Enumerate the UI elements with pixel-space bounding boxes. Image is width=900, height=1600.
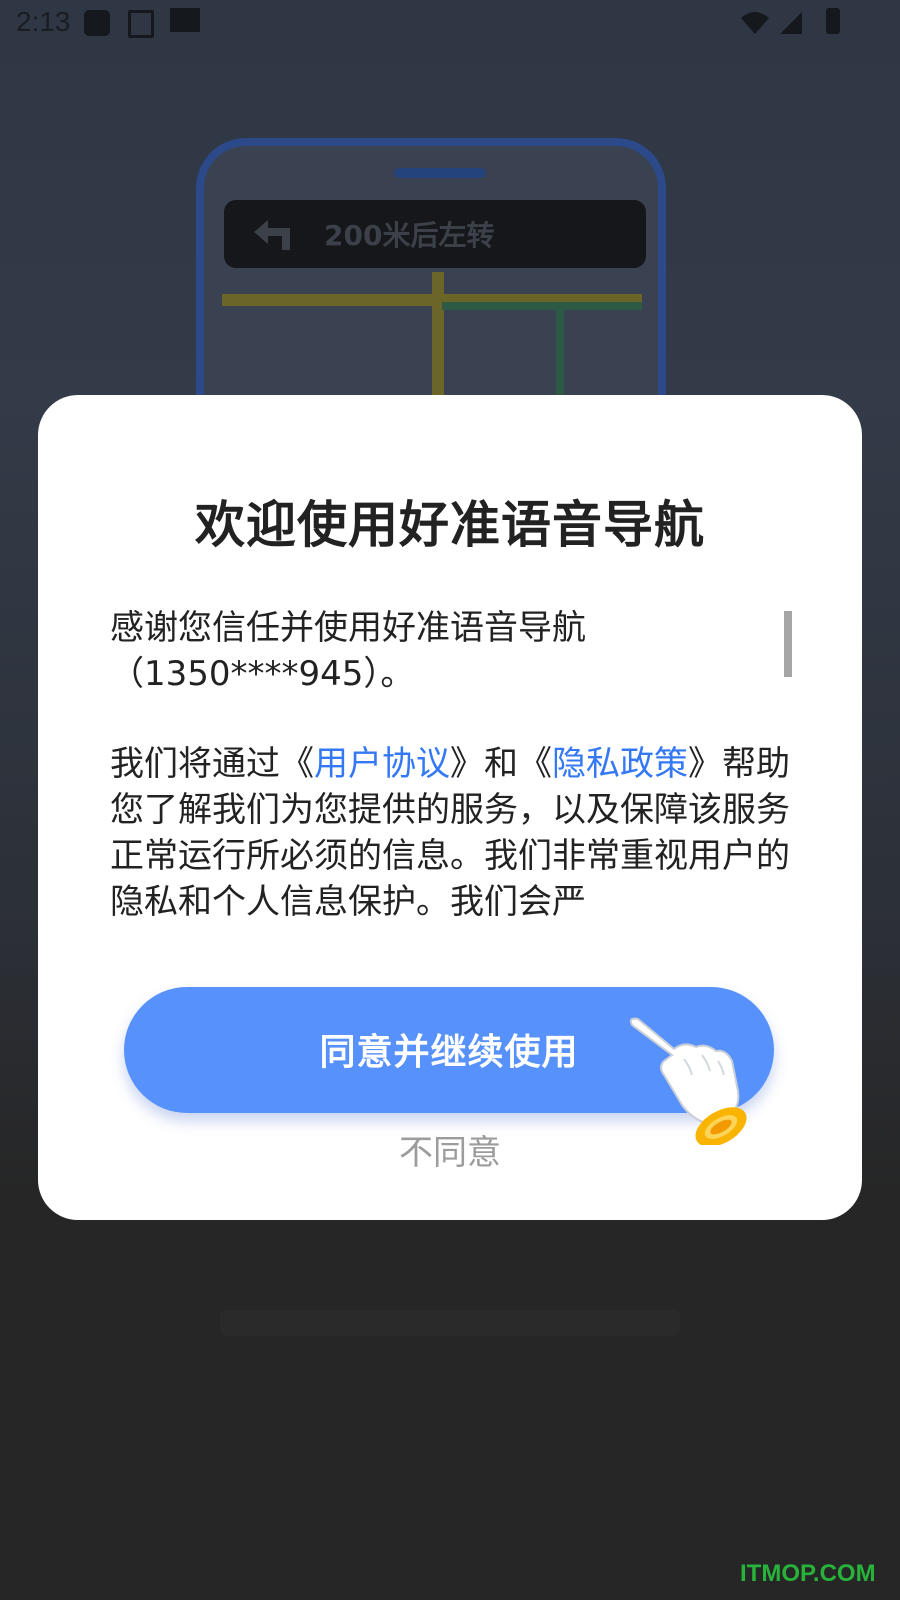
intro-paragraph: 感谢您信任并使用好准语音导航（1350****945）。 [110,608,586,694]
wifi-icon [741,12,769,34]
turn-left-arrow-icon [254,220,290,250]
watermark: ITMOP.COM [740,1560,876,1587]
status-bar: 2:13 [0,0,900,48]
dialog-title: 欢迎使用好准语音导航 [195,496,705,554]
dialog-body[interactable]: 感谢您信任并使用好准语音导航（1350****945）。 我们将通过《用户协议》… [110,605,800,925]
phone-illustration: 200米后左转 [196,138,666,452]
agreement-paragraph: 我们将通过《用户协议》和《隐私政策》帮助您了解我们为您提供的服务，以及保障该服务… [110,741,800,925]
scrollbar-thumb[interactable] [784,611,792,677]
background-bar [220,1310,680,1336]
map-route [442,302,642,310]
status-time: 2:13 [16,6,71,37]
battery-icon [826,8,840,34]
nav-instruction-text: 200米后左转 [324,219,495,252]
user-agreement-link[interactable]: 用户协议 [314,744,450,784]
paragraph-text: 我们将通过《 [110,744,314,784]
nav-instruction-banner: 200米后左转 [224,200,646,268]
notification-calendar-icon [170,8,200,32]
privacy-dialog: 欢迎使用好准语音导航 感谢您信任并使用好准语音导航（1350****945）。 … [38,395,862,1220]
signal-icon [780,12,802,34]
paragraph-text: 》和《 [450,744,552,784]
notification-notes-icon [128,10,154,38]
notification-app-icon [84,10,110,36]
privacy-policy-link[interactable]: 隐私政策 [552,744,688,784]
phone-speaker [394,168,486,178]
disagree-button[interactable]: 不同意 [38,1125,862,1174]
